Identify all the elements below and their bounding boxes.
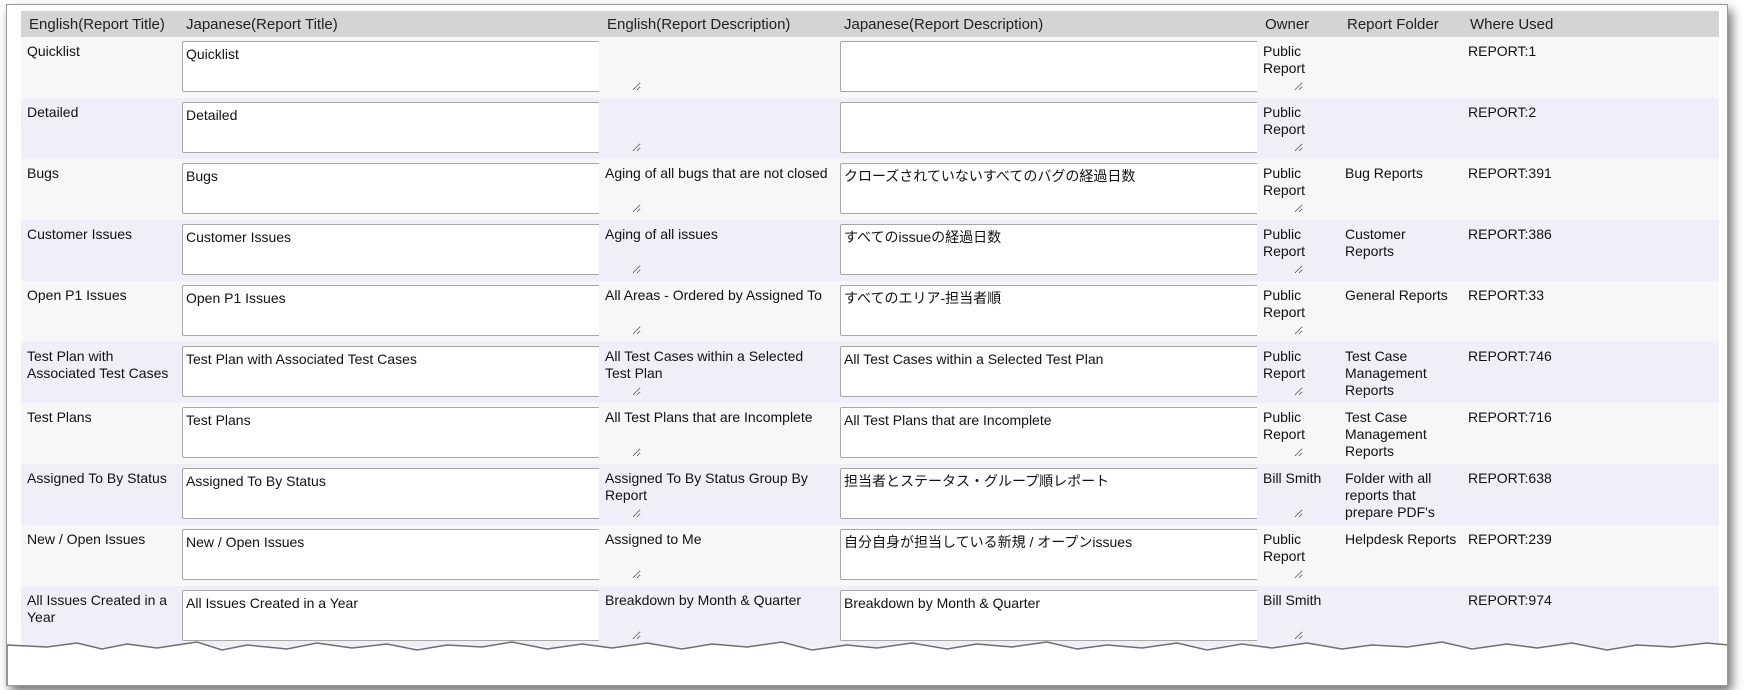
table-row: Customer IssuesAging of all issuesPublic…	[21, 220, 1719, 281]
japanese-title-cell	[178, 342, 642, 403]
japanese-title-input[interactable]	[182, 285, 642, 336]
col-header-report-folder: Report Folder	[1339, 11, 1462, 37]
report-translation-table: English(Report Title) Japanese(Report Ti…	[21, 11, 1719, 685]
japanese-description-input[interactable]	[840, 102, 1304, 153]
english-title-cell: Open P1 Issues	[21, 281, 178, 342]
col-header-english-description: English(Report Description)	[599, 11, 836, 37]
japanese-description-input[interactable]	[840, 285, 1304, 336]
report-folder-cell: Helpdesk Reports	[1339, 525, 1462, 586]
report-folder-cell: Folder with all reports that prepare PDF…	[1339, 464, 1462, 525]
table-row: Test Plan with Associated Test CasesAll …	[21, 342, 1719, 403]
japanese-title-input[interactable]	[182, 102, 642, 153]
japanese-title-cell	[178, 159, 642, 220]
where-used-cell: REPORT:239	[1462, 525, 1719, 586]
japanese-title-input[interactable]	[182, 468, 642, 519]
japanese-description-input[interactable]	[840, 468, 1304, 519]
english-title-cell: All Issues Created in a Year	[21, 586, 178, 647]
table-row: QuicklistPublic ReportREPORT:1	[21, 37, 1719, 98]
table-row: BugsAging of all bugs that are not close…	[21, 159, 1719, 220]
col-header-japanese-description: Japanese(Report Description)	[836, 11, 1257, 37]
japanese-description-input[interactable]	[840, 346, 1304, 397]
report-folder-cell	[1339, 98, 1462, 159]
japanese-title-cell	[178, 37, 642, 98]
japanese-title-input[interactable]	[182, 529, 642, 580]
japanese-title-input[interactable]	[182, 163, 642, 214]
japanese-title-cell	[178, 281, 642, 342]
japanese-title-cell	[178, 464, 642, 525]
table-row: Open P1 IssuesAll Areas - Ordered by Ass…	[21, 281, 1719, 342]
where-used-cell: REPORT:716	[1462, 403, 1719, 464]
japanese-title-cell	[178, 220, 642, 281]
report-folder-cell: Test Case Management Reports	[1339, 403, 1462, 464]
col-header-owner: Owner	[1257, 11, 1339, 37]
japanese-description-cell	[836, 37, 1304, 98]
where-used-cell: REPORT:746	[1462, 342, 1719, 403]
table-row: Assigned To By Status Assigned To By Stat…	[21, 464, 1719, 525]
japanese-description-cell	[836, 220, 1304, 281]
where-used-cell: REPORT:391	[1462, 159, 1719, 220]
where-used-cell: REPORT:386	[1462, 220, 1719, 281]
table-header-row: English(Report Title) Japanese(Report Ti…	[21, 11, 1719, 37]
english-title-cell: Customer Issues	[21, 220, 178, 281]
japanese-title-input[interactable]	[182, 41, 642, 92]
table-row: DetailedPublic ReportREPORT:2	[21, 98, 1719, 159]
japanese-description-cell	[836, 403, 1304, 464]
report-folder-cell: Customer Reports	[1339, 220, 1462, 281]
english-title-cell: New / Open Issues	[21, 525, 178, 586]
japanese-description-cell	[836, 586, 1304, 647]
japanese-title-input[interactable]	[182, 346, 642, 397]
japanese-title-input[interactable]	[182, 407, 642, 458]
japanese-title-cell	[178, 586, 642, 647]
report-translation-panel: English(Report Title) Japanese(Report Ti…	[6, 4, 1728, 686]
report-folder-cell	[1339, 586, 1462, 647]
english-title-cell: Bugs	[21, 159, 178, 220]
col-header-english-title: English(Report Title)	[21, 11, 178, 37]
japanese-title-input[interactable]	[182, 224, 642, 275]
table-row: New / Open IssuesAssigned to MePublic Re…	[21, 525, 1719, 586]
japanese-description-cell	[836, 342, 1304, 403]
japanese-description-cell	[836, 281, 1304, 342]
where-used-cell: REPORT:638	[1462, 464, 1719, 525]
japanese-description-input[interactable]	[840, 163, 1304, 214]
japanese-description-cell	[836, 464, 1304, 525]
japanese-description-cell	[836, 525, 1304, 586]
where-used-cell: REPORT:2	[1462, 98, 1719, 159]
report-folder-cell	[1339, 37, 1462, 98]
where-used-cell: REPORT:974	[1462, 586, 1719, 647]
where-used-cell: REPORT:33	[1462, 281, 1719, 342]
english-title-cell: Detailed	[21, 98, 178, 159]
report-folder-cell: Bug Reports	[1339, 159, 1462, 220]
japanese-description-cell	[836, 159, 1304, 220]
english-title-cell: Assigned To By Status	[21, 464, 178, 525]
japanese-description-input[interactable]	[840, 529, 1304, 580]
japanese-description-input[interactable]	[840, 590, 1304, 641]
table-row: All Issues Created in a YearBreakdown by…	[21, 586, 1719, 647]
col-header-japanese-title: Japanese(Report Title)	[178, 11, 599, 37]
japanese-description-input[interactable]	[840, 407, 1304, 458]
japanese-description-input[interactable]	[840, 41, 1304, 92]
japanese-description-cell	[836, 98, 1304, 159]
japanese-title-cell	[178, 403, 642, 464]
japanese-title-cell	[178, 98, 642, 159]
english-title-cell: Test Plans	[21, 403, 178, 464]
table-row: Test PlansAll Test Plans that are Incomp…	[21, 403, 1719, 464]
report-folder-cell: Test Case Management Reports	[1339, 342, 1462, 403]
where-used-cell: REPORT:1	[1462, 37, 1719, 98]
japanese-title-cell	[178, 525, 642, 586]
english-title-cell: Test Plan with Associated Test Cases	[21, 342, 178, 403]
japanese-description-input[interactable]	[840, 224, 1304, 275]
col-header-where-used: Where Used	[1462, 11, 1719, 37]
japanese-title-input[interactable]	[182, 590, 642, 641]
english-title-cell: Quicklist	[21, 37, 178, 98]
report-folder-cell: General Reports	[1339, 281, 1462, 342]
torn-edge	[7, 641, 1727, 685]
